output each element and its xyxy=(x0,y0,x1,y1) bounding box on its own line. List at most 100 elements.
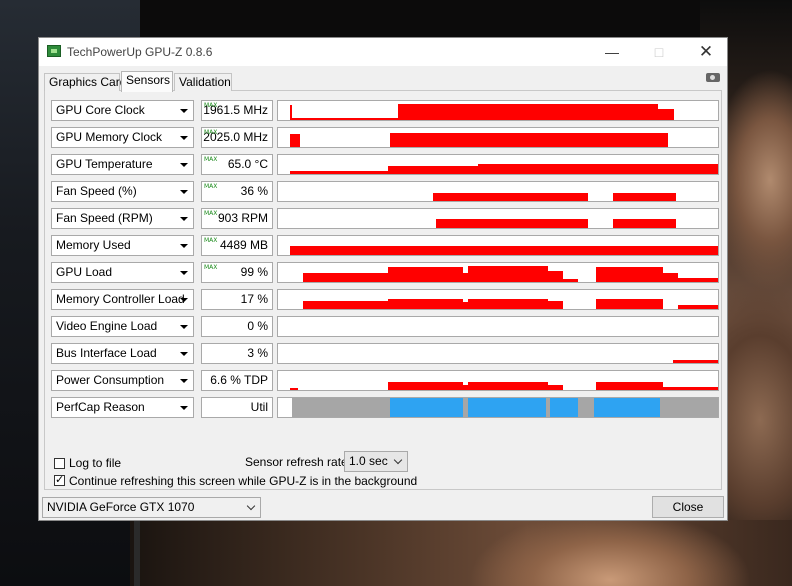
sensor-graph[interactable] xyxy=(277,100,719,121)
sensor-row: PerfCap Reason Util xyxy=(51,397,719,418)
sensor-value-text: 0 % xyxy=(247,319,268,333)
close-icon: ✕ xyxy=(698,42,714,61)
sensor-graph-svg xyxy=(303,299,718,309)
sensor-row: Power Consumption 6.6 % TDP xyxy=(51,370,719,391)
sensor-name-dropdown[interactable]: Bus Interface Load xyxy=(51,343,194,364)
tab-graphics-card[interactable]: Graphics Card xyxy=(44,73,126,91)
close-button[interactable]: Close xyxy=(652,496,724,518)
tab-validation[interactable]: Validation xyxy=(174,73,232,91)
dropdown-arrow-icon xyxy=(180,325,188,329)
sensor-graph-svg xyxy=(290,246,718,255)
sensor-name-dropdown[interactable]: Memory Controller Load xyxy=(51,289,194,310)
minimize-button[interactable]: — xyxy=(589,38,635,66)
sensor-graph[interactable] xyxy=(277,343,719,364)
perfcap-util-block xyxy=(390,398,463,417)
sensor-name-dropdown[interactable]: Memory Used xyxy=(51,235,194,256)
graph-trace-segment xyxy=(678,305,718,309)
perfcap-idle-block xyxy=(292,398,390,417)
sensor-value: MAX 99 % xyxy=(201,262,273,283)
sensor-name-dropdown[interactable]: GPU Load xyxy=(51,262,194,283)
sensor-graph-svg xyxy=(673,360,718,363)
sensor-graph-svg xyxy=(290,104,674,120)
sensor-row: Bus Interface Load 3 % xyxy=(51,343,719,364)
graph-trace-segment xyxy=(290,388,298,390)
sensor-name: GPU Core Clock xyxy=(56,103,145,117)
graph-trace-segment xyxy=(678,278,718,282)
sensor-value-text: 4489 MB xyxy=(219,238,268,252)
desktop-background-edge xyxy=(134,520,140,586)
refresh-rate-select[interactable]: 1.0 sec xyxy=(344,451,408,472)
sensor-name-dropdown[interactable]: PerfCap Reason xyxy=(51,397,194,418)
graph-trace-segment xyxy=(436,219,588,228)
minimize-icon: — xyxy=(605,44,619,60)
gpu-select-value: NVIDIA GeForce GTX 1070 xyxy=(47,500,195,514)
dropdown-arrow-icon xyxy=(180,379,188,383)
max-badge: MAX xyxy=(204,264,218,271)
dropdown-arrow-icon xyxy=(180,406,188,410)
graph-trace-segment xyxy=(290,246,718,255)
graph-trace-segment xyxy=(596,299,663,309)
sensor-graph[interactable] xyxy=(277,316,719,337)
sensor-graph[interactable] xyxy=(277,208,719,229)
maximize-button[interactable]: □ xyxy=(636,38,682,66)
tab-sensors[interactable]: Sensors xyxy=(121,71,173,92)
chevron-down-icon xyxy=(393,455,403,465)
graph-trace-segment xyxy=(596,267,663,282)
checkmark-icon: ✓ xyxy=(55,474,65,486)
camera-icon[interactable] xyxy=(706,73,720,82)
sensor-graph-svg xyxy=(433,193,676,201)
log-to-file-label: Log to file xyxy=(69,456,122,470)
sensor-graph[interactable] xyxy=(277,181,719,202)
sensor-name-dropdown[interactable]: Power Consumption xyxy=(51,370,194,391)
sensor-graph-svg xyxy=(278,317,718,336)
sensor-value-text: 3 % xyxy=(247,346,268,360)
sensor-graph[interactable] xyxy=(277,127,719,148)
max-badge: MAX xyxy=(204,129,218,136)
sensor-graph-svg xyxy=(292,398,718,417)
sensor-graph[interactable] xyxy=(277,370,719,391)
graph-trace-segment xyxy=(663,387,718,390)
sensor-row: Memory Controller Load 17 % xyxy=(51,289,719,310)
graph-trace-segment xyxy=(463,273,468,282)
sensor-row: Memory Used MAX 4489 MB xyxy=(51,235,719,256)
sensor-graph-svg xyxy=(290,164,718,174)
sensor-name: Fan Speed (RPM) xyxy=(56,211,153,225)
sensor-graph-svg xyxy=(290,382,718,390)
dropdown-arrow-icon xyxy=(180,217,188,221)
title-bar[interactable]: TechPowerUp GPU-Z 0.8.6 — □ ✕ xyxy=(39,38,727,66)
continue-refresh-checkbox[interactable]: ✓ xyxy=(54,474,65,486)
dropdown-arrow-icon xyxy=(180,352,188,356)
graph-trace-segment xyxy=(548,271,563,282)
dropdown-arrow-icon xyxy=(180,298,188,302)
graph-trace-segment xyxy=(548,385,563,390)
graph-trace-segment xyxy=(478,164,718,174)
close-window-button[interactable]: ✕ xyxy=(683,38,729,66)
refresh-rate-value: 1.0 sec xyxy=(349,454,388,468)
sensor-name-dropdown[interactable]: Fan Speed (RPM) xyxy=(51,208,194,229)
sensor-value: 17 % xyxy=(201,289,273,310)
sensor-value: MAX 903 RPM xyxy=(201,208,273,229)
sensor-graph[interactable] xyxy=(277,262,719,283)
graph-trace-segment xyxy=(398,104,658,120)
sensor-graph[interactable] xyxy=(277,235,719,256)
sensor-value: MAX 36 % xyxy=(201,181,273,202)
window-title: TechPowerUp GPU-Z 0.8.6 xyxy=(67,45,213,59)
sensor-name-dropdown[interactable]: Fan Speed (%) xyxy=(51,181,194,202)
graph-trace-segment xyxy=(673,360,718,363)
sensor-row: Fan Speed (%) MAX 36 % xyxy=(51,181,719,202)
sensor-name-dropdown[interactable]: GPU Core Clock xyxy=(51,100,194,121)
sensor-name-dropdown[interactable]: GPU Memory Clock xyxy=(51,127,194,148)
continue-refresh-label: Continue refreshing this screen while GP… xyxy=(69,474,418,488)
sensor-name-dropdown[interactable]: Video Engine Load xyxy=(51,316,194,337)
graph-trace-segment xyxy=(613,219,676,228)
perfcap-idle-block xyxy=(578,398,594,417)
sensor-value: MAX 2025.0 MHz xyxy=(201,127,273,148)
sensor-graph[interactable] xyxy=(277,154,719,175)
sensor-graph[interactable] xyxy=(277,289,719,310)
log-to-file-checkbox[interactable] xyxy=(54,458,65,469)
sensor-graph[interactable] xyxy=(277,397,719,418)
gpu-select[interactable]: NVIDIA GeForce GTX 1070 xyxy=(42,497,261,518)
sensor-value-text: 6.6 % TDP xyxy=(210,373,268,387)
sensor-name-dropdown[interactable]: GPU Temperature xyxy=(51,154,194,175)
sensor-value-text: 903 RPM xyxy=(217,211,268,225)
